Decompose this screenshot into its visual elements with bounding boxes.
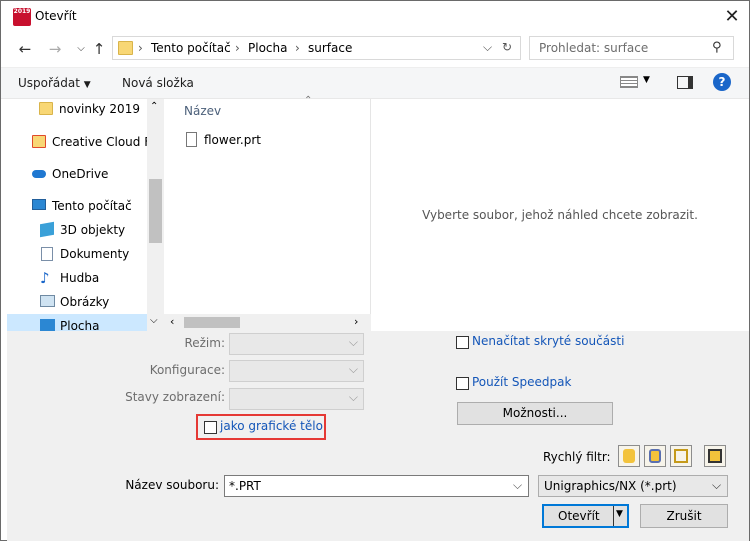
speedpak-checkbox[interactable] xyxy=(456,377,469,390)
navigation-pane: novinky 2019 Creative Cloud Fil OneDrive… xyxy=(7,99,164,331)
command-toolbar: Uspořádat ▼ Nová složka ▼ xyxy=(1,67,749,99)
mode-label: Režim: xyxy=(184,336,225,350)
drawing-filter-icon[interactable] xyxy=(670,445,692,467)
search-input[interactable]: Prohledat: surface xyxy=(539,41,648,55)
part-filter-icon[interactable] xyxy=(618,445,640,467)
file-icon xyxy=(186,132,197,147)
preview-pane-icon[interactable] xyxy=(677,76,693,89)
cancel-button[interactable]: Zrušit xyxy=(640,504,728,528)
column-header-name[interactable]: Název xyxy=(184,104,221,118)
options-panel: Režim: Konfigurace: Stavy zobrazení: Nen… xyxy=(7,331,749,541)
search-box[interactable]: Prohledat: surface ⚲ xyxy=(529,36,734,60)
pictures-icon xyxy=(40,295,55,307)
top-level-assembly-filter-icon[interactable] xyxy=(704,445,726,467)
chevron-down-icon[interactable]: ⌵ xyxy=(483,40,492,55)
file-type-select[interactable]: Unigraphics/NX (*.prt) ⌵ xyxy=(538,475,728,497)
music-icon: ♪ xyxy=(40,269,50,287)
close-icon[interactable]: ✕ xyxy=(719,4,745,30)
folder-icon xyxy=(39,102,53,115)
sidebar-item-music[interactable]: ♪ Hudba xyxy=(7,266,149,290)
scrollbar-thumb[interactable] xyxy=(184,317,240,328)
dropdown-arrow-icon: ▼ xyxy=(83,80,91,90)
address-bar[interactable]: › Tento počítač › Plocha › surface ⌵ ↻ xyxy=(112,36,521,60)
assembly-filter-icon[interactable] xyxy=(644,445,666,467)
hide-components-label[interactable]: Nenačítat skryté součásti xyxy=(472,334,624,348)
graphic-body-checkbox[interactable] xyxy=(204,421,217,434)
help-icon[interactable]: ? xyxy=(713,73,731,91)
up-arrow-icon[interactable]: ↑ xyxy=(89,39,109,59)
sort-ascending-icon: ⌃ xyxy=(304,95,313,106)
preview-message: Vyberte soubor, jehož náhled chcete zobr… xyxy=(422,208,698,222)
open-button[interactable]: Otevřít ▼ xyxy=(542,504,629,528)
scroll-right-icon[interactable]: › xyxy=(354,315,358,328)
options-button[interactable]: Možnosti... xyxy=(457,402,613,425)
filename-input[interactable]: *.PRT ⌵ xyxy=(224,475,529,497)
breadcrumb-item[interactable]: Plocha xyxy=(248,41,287,55)
sidebar-item-pictures[interactable]: Obrázky xyxy=(7,290,149,314)
display-states-combo xyxy=(229,388,364,410)
chevron-down-icon[interactable]: ⌵ xyxy=(712,478,721,493)
sidebar-item-3d-objects[interactable]: 3D objekty xyxy=(7,218,149,242)
title-bar: 2019 Otevřít ✕ xyxy=(1,1,749,33)
view-options-icon[interactable] xyxy=(620,76,638,88)
refresh-icon[interactable]: ↻ xyxy=(502,40,512,54)
onedrive-icon xyxy=(32,170,46,178)
display-states-label: Stavy zobrazení: xyxy=(125,390,225,404)
preview-pane: Vyberte soubor, jehož náhled chcete zobr… xyxy=(371,99,749,331)
view-dropdown-icon[interactable]: ▼ xyxy=(643,75,650,85)
creative-cloud-icon xyxy=(32,135,46,148)
back-arrow-icon[interactable]: ← xyxy=(15,39,35,59)
scroll-left-icon[interactable]: ‹ xyxy=(170,315,174,328)
breadcrumb-separator-icon[interactable]: › xyxy=(295,41,300,55)
window-title: Otevřít xyxy=(35,9,77,23)
mode-combo xyxy=(229,333,364,355)
sidebar-item-this-pc[interactable]: Tento počítač xyxy=(7,194,149,218)
quick-filter-label: Rychlý filtr: xyxy=(543,450,611,464)
filename-label: Název souboru: xyxy=(125,478,219,492)
sidebar-item-desktop[interactable]: Plocha xyxy=(7,314,149,331)
forward-arrow-icon[interactable]: → xyxy=(45,39,65,59)
open-dialog: 2019 Otevřít ✕ ← → ⌵ ↑ › Tento počítač ›… xyxy=(0,0,750,541)
search-icon[interactable]: ⚲ xyxy=(712,40,722,55)
3d-objects-icon xyxy=(40,221,54,238)
configuration-combo xyxy=(229,360,364,382)
graphic-body-label[interactable]: jako grafické tělo xyxy=(220,419,323,433)
chevron-down-icon[interactable]: ⌵ xyxy=(513,478,522,493)
breadcrumb-item[interactable]: surface xyxy=(308,41,352,55)
sidebar-item-documents[interactable]: Dokumenty xyxy=(7,242,149,266)
documents-icon xyxy=(41,247,53,261)
recent-locations-icon[interactable]: ⌵ xyxy=(71,39,91,59)
dropdown-arrow-icon[interactable]: ▼ xyxy=(616,509,623,519)
hide-components-checkbox[interactable] xyxy=(456,336,469,349)
file-list-scrollbar[interactable]: ‹ › xyxy=(164,314,371,331)
breadcrumb-item[interactable]: Tento počítač xyxy=(151,41,231,55)
organize-menu[interactable]: Uspořádat ▼ xyxy=(18,76,91,90)
speedpak-label[interactable]: Použít Speedpak xyxy=(472,375,571,389)
computer-icon xyxy=(32,199,46,210)
sidebar-item-novinky[interactable]: novinky 2019 xyxy=(7,99,149,121)
desktop-icon xyxy=(40,319,55,331)
scroll-up-icon[interactable]: ⌃ xyxy=(150,101,158,112)
new-folder-button[interactable]: Nová složka xyxy=(122,76,194,90)
configuration-label: Konfigurace: xyxy=(149,363,225,377)
solidworks-logo-icon: 2019 xyxy=(13,8,31,26)
file-list: ⌃ Název flower.prt xyxy=(164,95,371,331)
scroll-down-icon[interactable]: ⌵ xyxy=(150,315,158,326)
breadcrumb-separator-icon[interactable]: › xyxy=(235,41,240,55)
sidebar-item-onedrive[interactable]: OneDrive xyxy=(7,162,149,186)
breadcrumb-separator-icon[interactable]: › xyxy=(138,41,143,55)
file-item[interactable]: flower.prt xyxy=(184,131,314,151)
scrollbar-thumb[interactable] xyxy=(149,179,162,243)
navigation-scrollbar[interactable]: ⌃ ⌵ xyxy=(147,99,164,331)
folder-icon xyxy=(118,41,133,55)
sidebar-item-creative-cloud[interactable]: Creative Cloud Fil xyxy=(7,130,149,154)
